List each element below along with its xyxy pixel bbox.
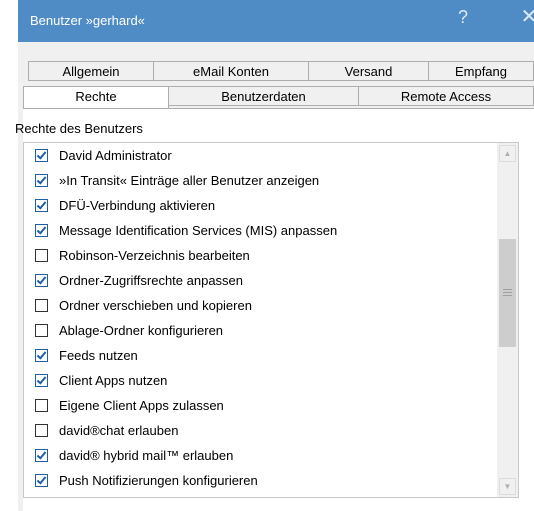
rights-checkbox[interactable] [35,374,48,387]
rights-checkbox[interactable] [35,249,48,262]
rights-checkbox[interactable] [35,424,48,437]
rights-item-label: Client Apps nutzen [59,373,168,388]
rights-list-item[interactable]: david®chat erlauben [24,418,494,443]
rights-item-label: Message Identification Services (MIS) an… [59,223,338,238]
rights-item-label: Feeds nutzen [59,348,138,363]
rights-checkbox[interactable] [35,224,48,237]
rights-item-label: Robinson-Verzeichnis bearbeiten [59,248,250,263]
rights-checkbox[interactable] [35,324,48,337]
rights-list-item[interactable]: David Administrator [24,143,494,168]
help-button[interactable]: ? [448,0,478,42]
rights-item-label: david®chat erlauben [59,423,179,438]
rights-list-item[interactable]: »In Transit« Einträge aller Benutzer anz… [24,168,494,193]
thumb-grip-icon [503,289,512,290]
scroll-thumb[interactable] [499,239,516,347]
rights-list-item[interactable]: david® hybrid mail™ erlauben [24,443,494,468]
rights-checkbox[interactable] [35,199,48,212]
tab-allgemein[interactable]: Allgemein [28,61,154,81]
scroll-down-button[interactable]: ▼ [499,478,516,495]
close-button[interactable]: ✕ [514,0,534,42]
rights-checkbox[interactable] [35,474,48,487]
rights-item-label: Ordner-Zugriffsrechte anpassen [59,273,244,288]
rights-checkbox[interactable] [35,149,48,162]
rights-checkbox[interactable] [35,274,48,287]
vertical-scrollbar[interactable]: ▲ ▼ [497,143,518,497]
rights-list-item[interactable]: Eigene Client Apps zulassen [24,393,494,418]
tab-remote-access[interactable]: Remote Access [358,86,534,106]
rights-list-item[interactable]: DFÜ-Verbindung aktivieren [24,193,494,218]
rights-checkbox[interactable] [35,299,48,312]
rights-item-label: Push Notifizierungen konfigurieren [59,473,258,488]
rights-item-label: Ablage-Ordner konfigurieren [59,323,224,338]
rights-list-item[interactable]: Ablage-Ordner konfigurieren [24,318,494,343]
rights-item-label: »In Transit« Einträge aller Benutzer anz… [59,173,320,188]
group-label-rechte: Rechte des Benutzers [15,121,143,136]
tab-versand[interactable]: Versand [308,61,429,81]
tab-empfang[interactable]: Empfang [428,61,534,81]
rights-checkbox[interactable] [35,174,48,187]
rights-item-label: David Administrator [59,148,172,163]
rights-listbox[interactable]: David Administrator »In Transit« Einträge… [23,142,519,498]
rights-item-label: Eigene Client Apps zulassen [59,398,224,413]
rights-list-item[interactable]: Client Apps nutzen [24,368,494,393]
rights-checkbox[interactable] [35,399,48,412]
rights-list-item[interactable]: Push Notifizierungen konfigurieren [24,468,494,493]
rights-checkbox[interactable] [35,449,48,462]
title-bar[interactable]: Benutzer »gerhard« ? ✕ [18,0,534,42]
rights-list-item[interactable]: Feeds nutzen [24,343,494,368]
rights-list-item[interactable]: Ordner-Zugriffsrechte anpassen [24,268,494,293]
window-title: Benutzer »gerhard« [30,13,145,28]
rights-list-item[interactable]: Message Identification Services (MIS) an… [24,218,494,243]
rights-item-label: Ordner verschieben und kopieren [59,298,252,313]
rights-item-label: DFÜ-Verbindung aktivieren [59,198,216,213]
tab-email-konten[interactable]: eMail Konten [153,61,309,81]
rights-item-label: david® hybrid mail™ erlauben [59,448,234,463]
rights-list-item[interactable]: Ordner verschieben und kopieren [24,293,494,318]
rights-list-item[interactable]: Robinson-Verzeichnis bearbeiten [24,243,494,268]
tab-benutzerdaten[interactable]: Benutzerdaten [168,86,359,106]
scroll-up-button[interactable]: ▲ [499,145,516,162]
tab-rechte[interactable]: Rechte [23,86,169,108]
title-band [18,42,534,55]
rights-checkbox[interactable] [35,349,48,362]
